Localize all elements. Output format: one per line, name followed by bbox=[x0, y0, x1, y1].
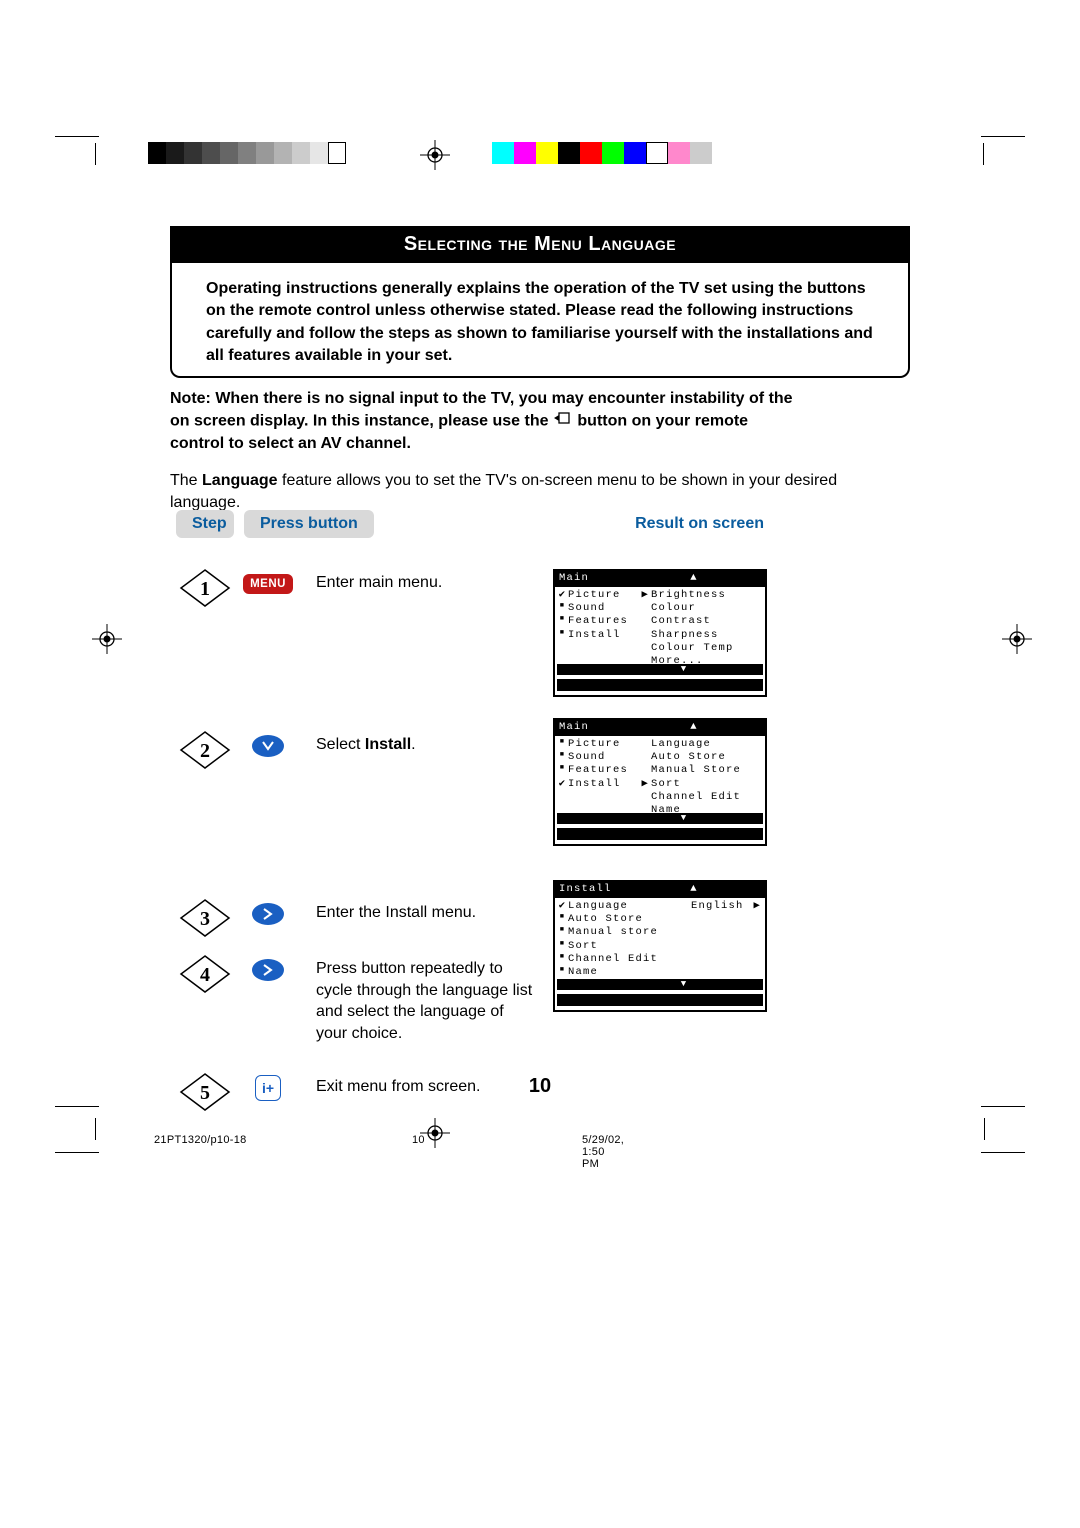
step-desc: Enter the Install menu. bbox=[316, 896, 476, 924]
down-triangle-icon: ▼ bbox=[557, 813, 763, 824]
registration-mark-icon bbox=[420, 140, 450, 175]
svg-text:4: 4 bbox=[200, 964, 210, 986]
right-button-icon bbox=[234, 896, 302, 932]
step-row: 1 MENU Enter main menu. bbox=[176, 566, 916, 610]
down-triangle-icon: ▼ bbox=[557, 979, 763, 990]
crop-mark-bl bbox=[55, 1106, 99, 1107]
osd-screen-2: Main ▲ ■Picture ■Sound ■Features ✔Instal… bbox=[553, 718, 767, 846]
body-text: Note: When there is no signal input to t… bbox=[170, 384, 910, 514]
note-line1: Note: When there is no signal input to t… bbox=[170, 390, 793, 407]
crop-mark-br bbox=[981, 1152, 1025, 1153]
step-row: 2 Select Install. bbox=[176, 728, 916, 772]
osd-blackbar bbox=[557, 679, 763, 691]
hdr-step: Step bbox=[176, 510, 234, 538]
bullet-icon: ■ bbox=[557, 751, 568, 764]
manual-page: Selecting the Menu Language Operating in… bbox=[0, 0, 1080, 1528]
crop-mark-bl bbox=[95, 1118, 96, 1140]
osd-screen-3: Install ▲ ✔LanguageEnglish▶ ■Auto Store … bbox=[553, 880, 767, 1012]
steps-area: 1 MENU Enter main menu. 2 Select Install… bbox=[176, 558, 916, 1114]
step-desc: Enter main menu. bbox=[316, 566, 442, 594]
hdr-press: Press button bbox=[244, 510, 374, 538]
check-icon: ✔ bbox=[557, 900, 568, 913]
osd-blackbar bbox=[557, 994, 763, 1006]
up-triangle-icon: ▲ bbox=[623, 721, 761, 734]
crop-mark-bl bbox=[55, 1152, 99, 1153]
footer-datetime: 5/29/02, 1:50 PM bbox=[582, 1134, 624, 1170]
footer-docid: 21PT1320/p10-18 bbox=[154, 1134, 247, 1146]
footer-page: 10 bbox=[412, 1134, 425, 1146]
osd-header-label: Install bbox=[559, 883, 623, 896]
up-triangle-icon: ▲ bbox=[623, 883, 761, 896]
check-icon: ✔ bbox=[557, 589, 568, 602]
page-number: 10 bbox=[0, 1075, 1080, 1098]
bullet-icon: ■ bbox=[557, 629, 568, 642]
bullet-icon: ■ bbox=[557, 926, 568, 939]
svg-text:1: 1 bbox=[200, 578, 210, 600]
right-triangle-icon: ▶ bbox=[753, 900, 761, 913]
note-line3: control to select an AV channel. bbox=[170, 435, 411, 452]
bullet-icon: ■ bbox=[557, 966, 568, 979]
bullet-icon: ■ bbox=[557, 913, 568, 926]
svg-text:3: 3 bbox=[200, 908, 210, 930]
osd-blackbar bbox=[557, 828, 763, 840]
bullet-icon: ■ bbox=[557, 738, 568, 751]
bullet-icon: ■ bbox=[557, 602, 568, 615]
crop-mark-br bbox=[981, 1106, 1025, 1107]
check-icon: ✔ bbox=[557, 778, 568, 791]
osd-header-label: Main bbox=[559, 572, 623, 585]
step-number-diamond: 4 bbox=[176, 952, 234, 996]
menu-button-icon: MENU bbox=[234, 566, 302, 602]
av-input-icon bbox=[553, 410, 573, 432]
step-row: 4 Press button repeatedly to cycle throu… bbox=[176, 952, 916, 1044]
step-desc: Press button repeatedly to cycle through… bbox=[316, 952, 536, 1044]
bullet-icon: ■ bbox=[557, 615, 568, 628]
color-strip bbox=[492, 142, 712, 169]
lang-para-a: The bbox=[170, 472, 202, 489]
note-line2b: button on your remote bbox=[577, 413, 748, 430]
grayscale-strip bbox=[148, 142, 346, 169]
crop-mark-tl bbox=[55, 136, 99, 165]
up-triangle-icon: ▲ bbox=[623, 572, 761, 585]
step-number-diamond: 3 bbox=[176, 896, 234, 940]
down-triangle-icon: ▼ bbox=[557, 664, 763, 675]
note-line2a: on screen display. In this instance, ple… bbox=[170, 413, 549, 430]
column-headers: Step Press button Result on screen bbox=[176, 510, 916, 538]
step-number-diamond: 1 bbox=[176, 566, 234, 610]
crop-mark-br bbox=[984, 1118, 985, 1140]
step-desc: Select Install. bbox=[316, 728, 416, 756]
step-row: 3 Enter the Install menu. bbox=[176, 896, 916, 940]
bullet-icon: ■ bbox=[557, 764, 568, 777]
bullet-icon: ■ bbox=[557, 940, 568, 953]
lang-para-bold: Language bbox=[202, 472, 278, 489]
hdr-result: Result on screen bbox=[635, 510, 764, 538]
registration-mark-icon bbox=[92, 624, 122, 659]
svg-text:2: 2 bbox=[200, 740, 210, 762]
right-button-icon bbox=[234, 952, 302, 988]
step-number-diamond: 2 bbox=[176, 728, 234, 772]
crop-mark-tr bbox=[981, 136, 1025, 165]
down-button-icon bbox=[234, 728, 302, 764]
bullet-icon: ■ bbox=[557, 953, 568, 966]
intro-text: Operating instructions generally explain… bbox=[206, 278, 874, 368]
intro-box: Operating instructions generally explain… bbox=[170, 254, 910, 378]
footer-meta: 21PT1320/p10-18 10 5/29/02, 1:50 PM bbox=[154, 1134, 247, 1146]
registration-mark-icon bbox=[1002, 624, 1032, 659]
osd-header-label: Main bbox=[559, 721, 623, 734]
osd-screen-1: Main ▲ ✔Picture ▶ ■Sound ■Features ■Inst… bbox=[553, 569, 767, 697]
